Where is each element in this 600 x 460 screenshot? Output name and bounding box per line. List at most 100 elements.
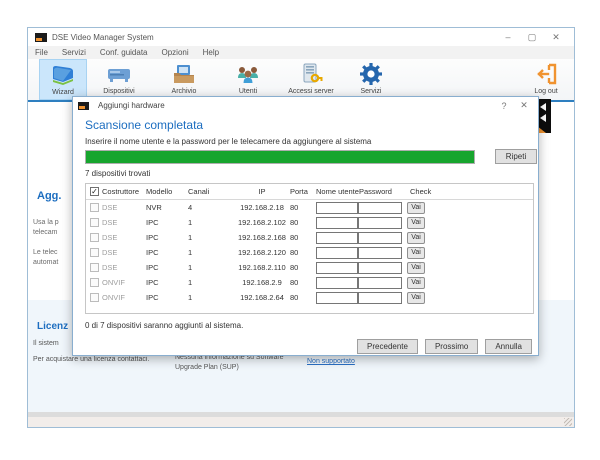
toolbar-item-accessi-server[interactable]: Accessi server bbox=[278, 59, 344, 100]
devices-icon bbox=[106, 61, 132, 87]
table-row: DSEIPC1192.168.2.16880Vai bbox=[86, 230, 533, 245]
vai-button[interactable]: Vai bbox=[407, 262, 425, 274]
vai-cell: Vai bbox=[404, 262, 533, 274]
prossimo-button[interactable]: Prossimo bbox=[425, 339, 478, 354]
toolbar-item-dispositivi[interactable]: Dispositivi bbox=[91, 59, 147, 100]
minimize-icon[interactable]: – bbox=[496, 28, 520, 46]
row-checkbox[interactable] bbox=[90, 203, 99, 212]
row-checkbox[interactable] bbox=[90, 248, 99, 257]
table-row: DSENVR4192.168.2.1880Vai bbox=[86, 200, 533, 215]
table-row: DSEIPC1192.168.2.10280Vai bbox=[86, 215, 533, 230]
device-porta: 80 bbox=[290, 218, 316, 227]
status-bar bbox=[28, 417, 574, 427]
password-input[interactable] bbox=[358, 217, 402, 229]
password-input[interactable] bbox=[358, 292, 402, 304]
row-checkbox[interactable] bbox=[90, 263, 99, 272]
device-modello: NVR bbox=[146, 203, 188, 212]
camera-thumbnail-icon bbox=[537, 99, 551, 133]
vai-button[interactable]: Vai bbox=[407, 247, 425, 259]
username-input[interactable] bbox=[316, 217, 358, 229]
background-text-fragment: telecam bbox=[33, 229, 58, 236]
username-cell bbox=[316, 232, 359, 244]
toolbar-item-servizi[interactable]: Servizi bbox=[346, 59, 396, 100]
row-checkbox[interactable] bbox=[90, 233, 99, 242]
column-header-nome-utente: Nome utente bbox=[316, 187, 359, 196]
toolbar-item-wizard[interactable]: Wizard bbox=[39, 59, 87, 100]
resize-grip[interactable] bbox=[564, 418, 572, 426]
password-cell bbox=[359, 247, 404, 259]
vai-cell: Vai bbox=[404, 277, 533, 289]
annulla-button[interactable]: Annulla bbox=[485, 339, 532, 354]
dialog-subtitle: Inserire il nome utente e la password pe… bbox=[85, 137, 371, 146]
row-checkbox-cell bbox=[90, 278, 102, 287]
row-checkbox[interactable] bbox=[90, 293, 99, 302]
close-icon[interactable]: ✕ bbox=[544, 28, 568, 46]
dialog-title: Aggiungi hardware bbox=[98, 101, 165, 110]
archive-icon bbox=[171, 61, 197, 87]
device-table-body: DSENVR4192.168.2.1880Vai DSEIPC1192.168.2… bbox=[86, 200, 533, 305]
username-input[interactable] bbox=[316, 202, 358, 214]
device-ip: 192.168.2.18 bbox=[234, 203, 290, 212]
non-supportato-link[interactable]: Non supportato bbox=[307, 358, 355, 365]
menu-item-file[interactable]: File bbox=[35, 48, 48, 57]
toolbar-item-utenti[interactable]: Utenti bbox=[223, 59, 273, 100]
device-canali: 1 bbox=[188, 263, 234, 272]
toolbar-label: Dispositivi bbox=[103, 88, 135, 95]
menu-item-help[interactable]: Help bbox=[203, 48, 219, 57]
username-input[interactable] bbox=[316, 277, 358, 289]
password-input[interactable] bbox=[358, 262, 402, 274]
column-header-ip: IP bbox=[234, 187, 290, 196]
dialog-close-icon[interactable]: ✕ bbox=[514, 97, 534, 114]
menu-item-servizi[interactable]: Servizi bbox=[62, 48, 86, 57]
logout-icon bbox=[533, 61, 559, 87]
row-checkbox-cell bbox=[90, 218, 102, 227]
username-input[interactable] bbox=[316, 262, 358, 274]
toolbar-label: Utenti bbox=[239, 88, 257, 95]
vai-button[interactable]: Vai bbox=[407, 277, 425, 289]
password-cell bbox=[359, 217, 404, 229]
password-input[interactable] bbox=[358, 247, 402, 259]
background-text-fragment: Le telec bbox=[33, 249, 58, 256]
toolbar-label: Servizi bbox=[360, 88, 381, 95]
username-cell bbox=[316, 277, 359, 289]
vai-button[interactable]: Vai bbox=[407, 202, 425, 214]
row-checkbox-cell bbox=[90, 293, 102, 302]
password-input[interactable] bbox=[358, 232, 402, 244]
device-canali: 1 bbox=[188, 233, 234, 242]
window-titlebar: DSE Video Manager System bbox=[28, 28, 574, 46]
username-cell bbox=[316, 202, 359, 214]
maximize-icon[interactable]: ▢ bbox=[520, 28, 544, 46]
toolbar-item-archivio[interactable]: Archivio bbox=[158, 59, 210, 100]
menu-item-opzioni[interactable]: Opzioni bbox=[162, 48, 189, 57]
ripeti-button[interactable]: Ripeti bbox=[495, 149, 537, 164]
dialog-titlebar: Aggiungi hardware bbox=[73, 97, 538, 114]
license-text-fragment: Il sistem bbox=[33, 340, 59, 347]
dialog-icon bbox=[78, 102, 89, 110]
vai-button[interactable]: Vai bbox=[407, 217, 425, 229]
password-input[interactable] bbox=[358, 277, 402, 289]
username-input[interactable] bbox=[316, 292, 358, 304]
device-modello: IPC bbox=[146, 278, 188, 287]
help-icon[interactable]: ? bbox=[494, 97, 514, 114]
toolbar-label: Accessi server bbox=[288, 88, 334, 95]
precedente-button[interactable]: Precedente bbox=[357, 339, 418, 354]
row-checkbox-cell bbox=[90, 203, 102, 212]
vai-cell: Vai bbox=[404, 202, 533, 214]
username-input[interactable] bbox=[316, 232, 358, 244]
vai-button[interactable]: Vai bbox=[407, 292, 425, 304]
select-all-checkbox[interactable]: ✓ bbox=[90, 187, 99, 196]
device-porta: 80 bbox=[290, 248, 316, 257]
device-porta: 80 bbox=[290, 263, 316, 272]
menu-item-conf-guidata[interactable]: Conf. guidata bbox=[100, 48, 148, 57]
menu-bar: File Servizi Conf. guidata Opzioni Help bbox=[28, 46, 574, 59]
toolbar-item-logout[interactable]: Log out bbox=[521, 59, 571, 100]
device-modello: IPC bbox=[146, 293, 188, 302]
toolbar-label: Log out bbox=[534, 88, 557, 95]
username-input[interactable] bbox=[316, 247, 358, 259]
row-checkbox[interactable] bbox=[90, 278, 99, 287]
background-section-heading: Agg. bbox=[37, 190, 61, 202]
vai-button[interactable]: Vai bbox=[407, 232, 425, 244]
row-checkbox[interactable] bbox=[90, 218, 99, 227]
password-input[interactable] bbox=[358, 202, 402, 214]
window-title: DSE Video Manager System bbox=[52, 33, 154, 42]
